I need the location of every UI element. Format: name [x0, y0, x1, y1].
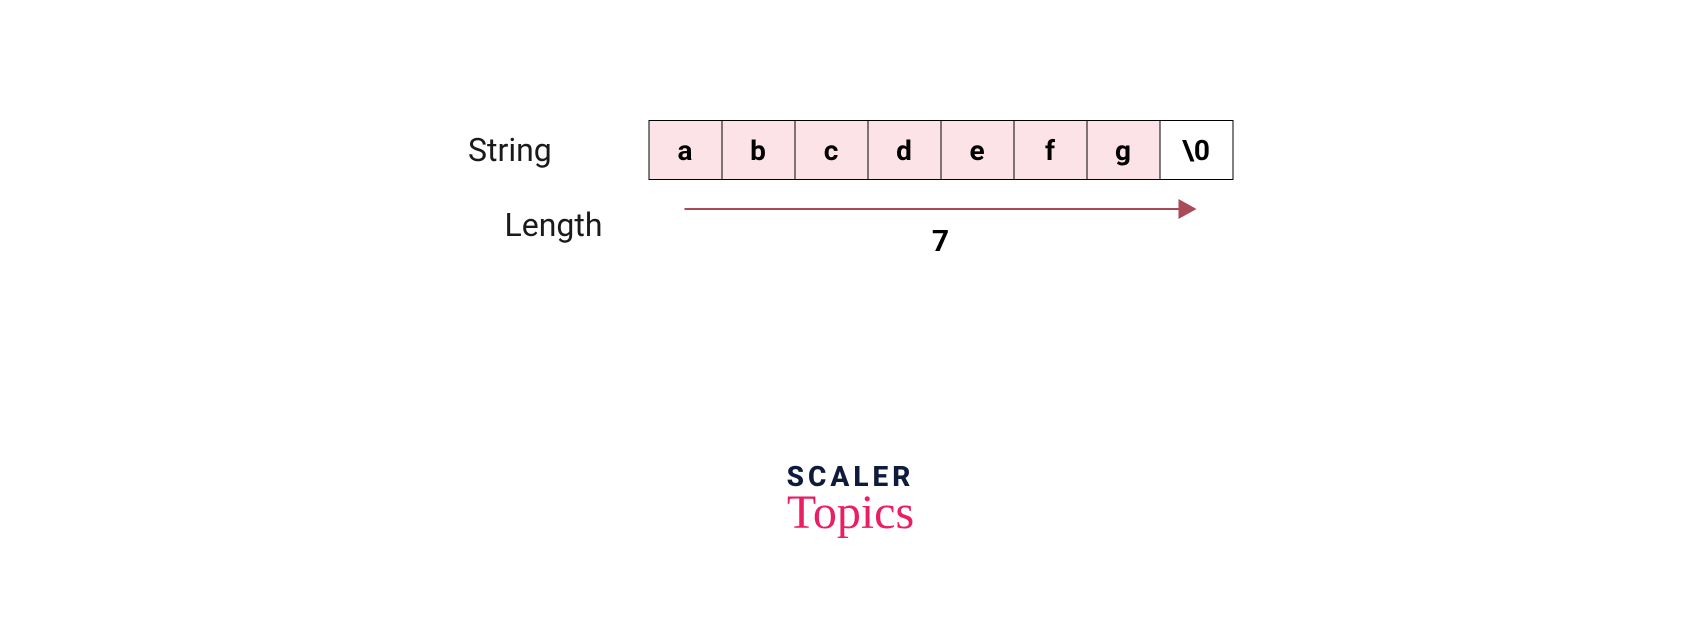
- string-diagram: String a b c d e f g \0 Length 7: [468, 120, 1233, 270]
- cell-null: \0: [1159, 120, 1233, 180]
- arrow-line: [685, 208, 1183, 210]
- arrow-head-icon: [1179, 199, 1197, 219]
- cell-5: f: [1013, 120, 1087, 180]
- cell-2: c: [794, 120, 868, 180]
- string-cells: a b c d e f g \0: [648, 120, 1233, 180]
- length-arrow: 7: [685, 200, 1197, 250]
- cell-0: a: [648, 120, 722, 180]
- string-row: String a b c d e f g \0: [468, 120, 1233, 180]
- logo-topics-text: Topics: [787, 485, 915, 540]
- cell-1: b: [721, 120, 795, 180]
- length-value: 7: [932, 224, 949, 259]
- cell-4: e: [940, 120, 1014, 180]
- length-label: Length: [505, 206, 685, 244]
- scaler-logo: SCALER Topics: [787, 460, 915, 540]
- string-label: String: [468, 131, 648, 169]
- cell-6: g: [1086, 120, 1160, 180]
- cell-3: d: [867, 120, 941, 180]
- length-row: Length 7: [505, 200, 1197, 250]
